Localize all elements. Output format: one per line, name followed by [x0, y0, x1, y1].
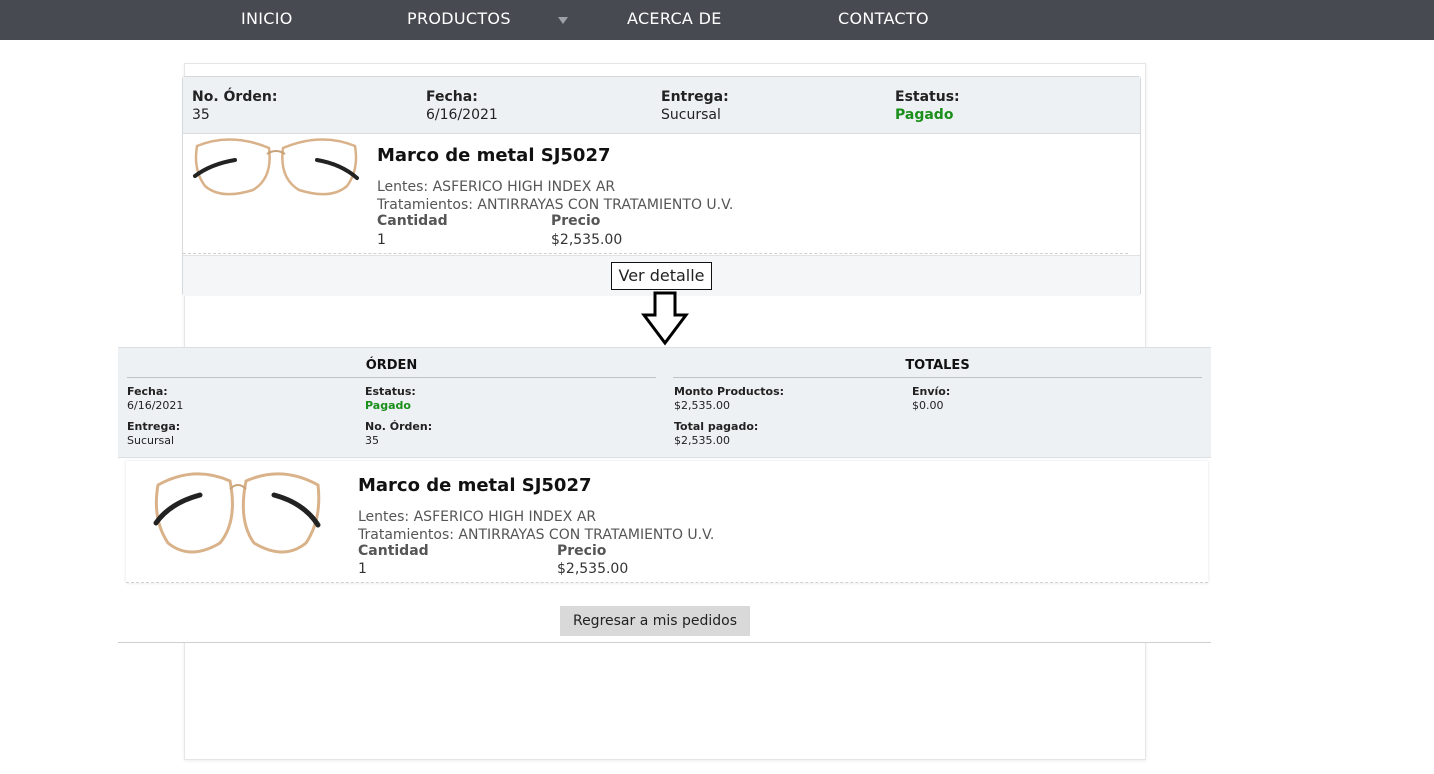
detail-status: Estatus: Pagado: [365, 385, 416, 412]
caret-down-icon[interactable]: [558, 17, 568, 24]
order-section-title: ÓRDEN: [365, 358, 418, 373]
nav-acerca-de[interactable]: ACERCA DE: [627, 0, 722, 40]
quantity-value: 1: [377, 232, 386, 248]
detail-price-value: $2,535.00: [557, 561, 629, 577]
totals-section-divider: [673, 377, 1202, 378]
totals-section-title: TOTALES: [905, 358, 970, 373]
order-number: No. Órden: 35: [192, 89, 278, 123]
product-item: Marco de metal SJ5027 Lentes: ASFERICO H…: [183, 134, 1128, 254]
detail-quantity-value: 1: [358, 561, 367, 577]
order-summary-header: No. Órden: 35 Fecha: 6/16/2021 Entrega: …: [183, 77, 1140, 134]
order-date: Fecha: 6/16/2021: [426, 89, 498, 123]
detail-date: Fecha: 6/16/2021: [127, 385, 184, 412]
view-detail-button[interactable]: Ver detalle: [611, 262, 712, 290]
detail-product-treatments: Tratamientos: ANTIRRAYAS CON TRATAMIENTO…: [358, 527, 715, 543]
order-summary-card: No. Órden: 35 Fecha: 6/16/2021 Entrega: …: [182, 76, 1141, 296]
status-badge: Pagado: [895, 107, 954, 123]
nav-contacto[interactable]: CONTACTO: [838, 0, 929, 40]
order-summary-footer: Ver detalle: [183, 255, 1140, 296]
product-glasses-image: [193, 138, 359, 196]
detail-price-label: Precio: [557, 543, 607, 559]
detail-quantity-label: Cantidad: [358, 543, 429, 559]
down-arrow-icon: [641, 291, 689, 346]
nav-inicio[interactable]: INICIO: [241, 0, 293, 40]
products-amount: Monto Productos: $2,535.00: [674, 385, 785, 412]
product-title: Marco de metal SJ5027: [377, 145, 611, 166]
status-badge: Pagado: [365, 399, 411, 412]
shipping-amount: Envío: $0.00: [912, 385, 951, 412]
detail-order-number: No. Órden: 35: [365, 420, 433, 447]
top-navigation: INICIO PRODUCTOS ACERCA DE CONTACTO: [0, 0, 1434, 40]
order-detail-panel: ÓRDEN TOTALES Fecha: 6/16/2021 Estatus: …: [118, 347, 1211, 643]
quantity-label: Cantidad: [377, 213, 448, 229]
detail-delivery: Entrega: Sucursal: [127, 420, 181, 447]
price-label: Precio: [551, 213, 601, 229]
order-detail-header: ÓRDEN TOTALES Fecha: 6/16/2021 Estatus: …: [118, 347, 1211, 458]
order-delivery: Entrega: Sucursal: [661, 89, 729, 123]
order-status: Estatus: Pagado: [895, 89, 960, 123]
detail-product-lenses: Lentes: ASFERICO HIGH INDEX AR: [358, 509, 597, 525]
back-to-orders-button[interactable]: Regresar a mis pedidos: [560, 606, 750, 636]
total-paid: Total pagado: $2,535.00: [674, 420, 759, 447]
product-treatments: Tratamientos: ANTIRRAYAS CON TRATAMIENTO…: [377, 197, 734, 213]
product-lenses: Lentes: ASFERICO HIGH INDEX AR: [377, 179, 616, 195]
price-value: $2,535.00: [551, 232, 623, 248]
order-section-divider: [127, 377, 656, 378]
detail-product-glasses-image: [153, 472, 321, 554]
detail-product-title: Marco de metal SJ5027: [358, 475, 592, 496]
nav-productos[interactable]: PRODUCTOS: [407, 0, 511, 40]
detail-product-item: Marco de metal SJ5027 Lentes: ASFERICO H…: [126, 461, 1208, 583]
